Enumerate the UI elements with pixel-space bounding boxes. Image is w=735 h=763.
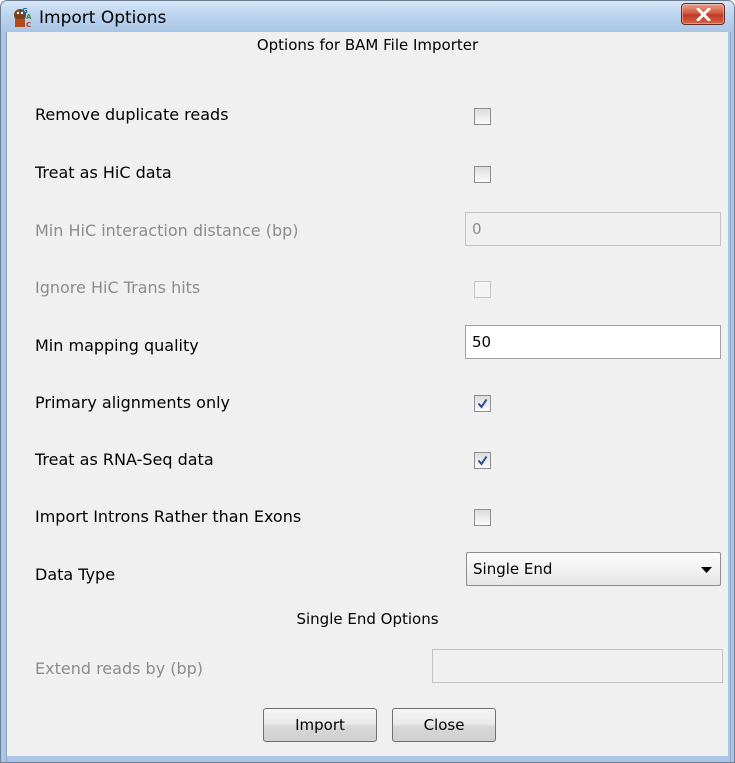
treat-hic-checkbox[interactable]: [474, 166, 491, 183]
treat-rnaseq-label: Treat as RNA-Seq data: [35, 450, 214, 469]
treat-rnaseq-checkbox[interactable]: [474, 452, 491, 469]
close-x-icon: [696, 8, 711, 21]
import-introns-label: Import Introns Rather than Exons: [35, 507, 302, 526]
import-button[interactable]: Import: [263, 708, 377, 742]
min-hic-distance-label: Min HiC interaction distance (bp): [35, 221, 299, 240]
window-title: Import Options: [39, 8, 167, 28]
svg-text:A: A: [26, 13, 32, 21]
min-mapping-quality-field[interactable]: [465, 325, 721, 359]
single-end-header: Single End Options: [296, 610, 439, 628]
title-bar[interactable]: G A C Import Options: [1, 1, 734, 33]
checkmark-icon: [477, 398, 488, 409]
extend-reads-field[interactable]: [432, 649, 723, 683]
options-panel: Options for BAM File Importer Remove dup…: [7, 32, 728, 756]
min-hic-distance-field[interactable]: [465, 212, 721, 246]
checkmark-icon: [477, 455, 488, 466]
import-introns-checkbox[interactable]: [474, 509, 491, 526]
remove-duplicates-checkbox[interactable]: [474, 108, 491, 125]
treat-hic-label: Treat as HiC data: [35, 163, 172, 182]
data-type-selected: Single End: [473, 560, 553, 578]
data-type-dropdown[interactable]: Single End: [466, 552, 721, 586]
close-button[interactable]: Close: [392, 708, 496, 742]
data-type-label: Data Type: [35, 565, 116, 584]
primary-alignments-label: Primary alignments only: [35, 393, 231, 412]
ignore-hic-trans-label: Ignore HiC Trans hits: [35, 278, 201, 297]
svg-text:C: C: [26, 21, 31, 29]
chevron-down-icon: [701, 567, 712, 573]
min-mapping-quality-label: Min mapping quality: [35, 336, 199, 355]
import-options-dialog: G A C Import Options Options for BAM Fil…: [0, 0, 735, 763]
ignore-hic-trans-checkbox[interactable]: [474, 281, 491, 298]
section-header: Options for BAM File Importer: [256, 36, 479, 54]
seqmonk-app-icon: G A C: [14, 7, 32, 29]
remove-duplicates-label: Remove duplicate reads: [35, 105, 229, 124]
close-window-button[interactable]: [681, 3, 725, 25]
primary-alignments-checkbox[interactable]: [474, 395, 491, 412]
extend-reads-label: Extend reads by (bp): [35, 659, 204, 678]
